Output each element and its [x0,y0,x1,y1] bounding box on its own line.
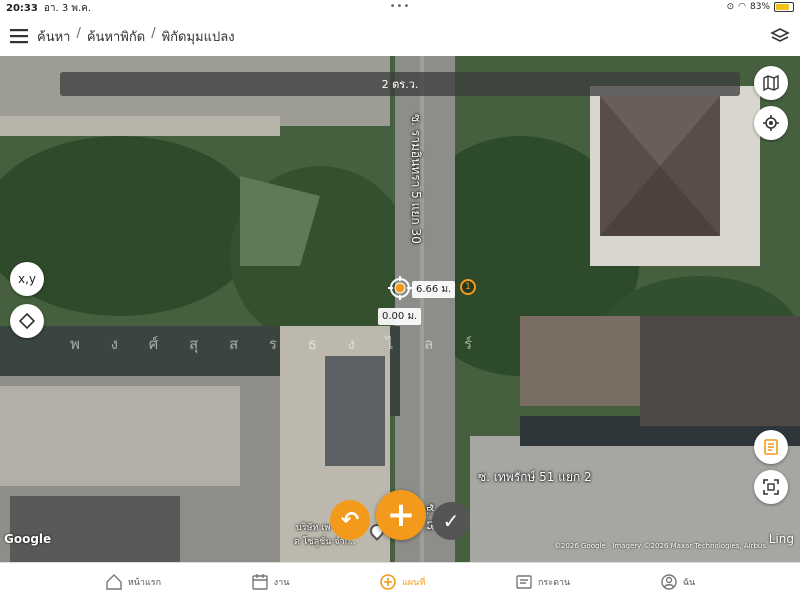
tab-map-label: แผนที่ [402,577,426,588]
hamburger-menu-button[interactable] [1,18,37,54]
layers-icon [770,28,790,42]
bottom-tab-bar: หน้าแรก งาน แผนที่ กระดาน ฉัน [0,562,800,600]
xy-coordinates-button[interactable]: x,y [10,262,44,296]
diamond-navigate-icon [18,312,36,330]
undo-icon: ↶ [340,507,360,533]
poi-label-line1: บริษัท เพ [296,523,331,533]
wifi-icon: ◠ [738,2,746,12]
tab-profile-label: ฉัน [682,577,696,588]
marker-distance-label: 6.66 ม. [412,281,456,298]
tab-home-label: หน้าแรก [127,577,162,588]
road-label-horizontal: ซ. เทพรักษ์ 51 แยก 2 [478,470,592,484]
breadcrumb-separator: / [151,25,156,41]
tab-board-label: กระดาน [537,577,571,588]
map-copyright: ©2026 Google · Imagery ©2026 Maxar Techn… [553,542,766,550]
watermark-letters: พ ง ศ์ สุ ส ร ธ ง ไ ล ร์ [70,335,473,353]
status-time: 20:33 [6,2,38,14]
user-icon [661,573,677,590]
add-circle-icon [380,573,396,590]
xy-label: x,y [17,272,37,286]
area-readout-bar: 2 ตร.ว. [60,72,740,96]
map-view[interactable]: 2 ตร.ว. x,y ซ. รามอินทรา 5 แยก 30 ซ. เทพ… [0,56,800,562]
breadcrumb-search-coordinates[interactable]: ค้นหาพิกัด [87,26,145,47]
breadcrumb-separator: / [76,25,81,41]
status-bar: 20:33 อา. 3 พ.ค. ••• ⊙ ◠ 83% [0,0,800,16]
road-label-vertical: ซ. รามอินทรา 5 แยก 30 [409,114,423,244]
corner-point-1[interactable]: 1 [460,279,476,295]
calendar-icon [252,573,268,590]
undo-button[interactable]: ↶ [330,500,370,540]
ling-label: Ling [768,532,794,546]
confirm-button[interactable]: ✓ [432,502,470,540]
add-point-button[interactable]: + [376,490,426,540]
breadcrumb-search[interactable]: ค้นหา [37,26,70,47]
document-list-icon [764,439,778,455]
home-icon [106,573,122,590]
marker-origin-label: 0.00 ม. [378,308,422,325]
menu-icon [10,29,28,44]
tab-map[interactable]: แผนที่ [379,573,425,591]
more-dots-icon[interactable]: ••• [390,1,411,12]
checkmark-icon: ✓ [442,509,460,533]
battery-icon [774,2,794,12]
status-date: อา. 3 พ.ค. [43,2,92,14]
plot-list-button[interactable] [754,430,788,464]
app-header: ค้นหา / ค้นหาพิกัด / พิกัดมุมแปลง [0,16,800,56]
layers-button[interactable] [766,22,794,50]
screen-lock-icon: ⊙ [726,2,735,12]
plus-icon: + [386,495,416,535]
crosshair-target-icon[interactable] [388,276,412,300]
breadcrumb: ค้นหา / ค้นหาพิกัด / พิกัดมุมแปลง [37,26,235,47]
tab-tasks[interactable]: งาน [251,573,290,591]
my-location-button[interactable] [754,106,788,140]
tab-profile[interactable]: ฉัน [660,573,695,591]
breadcrumb-plot-corner-coordinates: พิกัดมุมแปลง [161,29,235,45]
tab-tasks-label: งาน [273,577,290,588]
battery-percent: 83% [749,2,770,12]
status-right: ⊙ ◠ 83% [727,2,794,12]
google-logo: Google [4,532,52,546]
scan-frame-icon [763,479,779,495]
capture-frame-button[interactable] [754,470,788,504]
tab-board[interactable]: กระดาน [515,573,570,591]
tab-home[interactable]: หน้าแรก [105,573,161,591]
navigate-button[interactable] [10,304,44,338]
board-icon [516,574,532,589]
map-type-button[interactable] [754,66,788,100]
crosshair-location-icon [763,115,779,131]
map-icon [763,74,779,92]
